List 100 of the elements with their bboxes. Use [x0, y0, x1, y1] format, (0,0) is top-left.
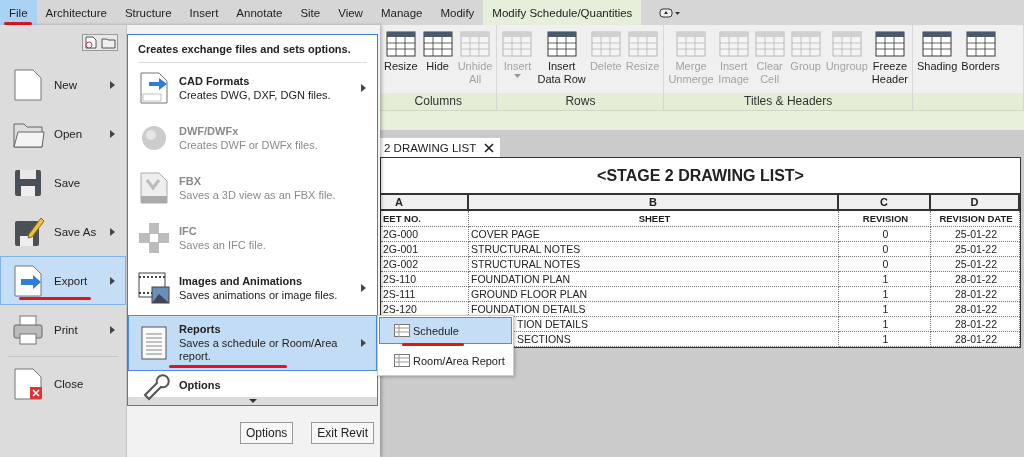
table-icon: [545, 29, 578, 59]
caret-icon: [248, 399, 257, 403]
table-cell: 2S-111: [383, 288, 416, 300]
film-image-icon: [137, 270, 171, 306]
option-description: Saves a 3D view as an FBX file.: [179, 188, 337, 202]
column-letter: C: [839, 195, 931, 211]
table-icon: [830, 29, 863, 59]
submenu-arrow-icon: [110, 80, 115, 89]
table-icon: [394, 354, 410, 367]
table-cell: 2S-110: [383, 273, 417, 285]
submenu-item[interactable]: Room/Area Report: [379, 347, 512, 374]
column-header: SHEET: [469, 211, 839, 227]
caret-icon: [514, 74, 521, 78]
table-cell: GROUND FLOOR PLAN: [471, 288, 588, 300]
option-title: Options: [179, 379, 222, 391]
submenu-arrow-icon: [110, 227, 115, 236]
column-header: REVISION DATE: [931, 211, 1020, 227]
ribbon-tab[interactable]: Annotate: [227, 0, 292, 25]
group-label: Rows: [497, 93, 664, 110]
export-option[interactable]: Options: [128, 373, 377, 397]
ribbon-button[interactable]: Insert Data Row: [535, 29, 588, 93]
option-description: Creates DWF or DWFx files.: [179, 138, 319, 152]
document-close-icon: [11, 365, 45, 402]
ribbon-tab[interactable]: Modify: [431, 0, 484, 25]
ribbon-tab[interactable]: Site: [291, 0, 330, 25]
file-menu-item[interactable]: Save: [0, 158, 126, 207]
cross-shape-icon: [137, 220, 171, 256]
table-cell: 28-01-22: [955, 303, 997, 315]
menu-button[interactable]: Options: [239, 422, 294, 444]
option-title: CAD Formats: [179, 74, 251, 87]
table-cell: 28-01-22: [955, 333, 997, 345]
column-header: REVISION: [839, 211, 931, 227]
ribbon-tab[interactable]: Insert: [180, 0, 228, 25]
submenu-item[interactable]: Schedule: [379, 317, 512, 344]
table-icon: [421, 29, 454, 59]
table-icon: [501, 29, 534, 59]
table-icon: [789, 29, 822, 59]
column-letter: D: [931, 195, 1020, 211]
ribbon-tab[interactable]: Architecture: [36, 0, 116, 25]
option-title: Reports: [179, 323, 222, 335]
table-icon: [626, 29, 659, 59]
close-icon[interactable]: [484, 142, 495, 153]
file-menu-item[interactable]: Open: [0, 109, 126, 158]
export-option[interactable]: Reports Saves a schedule or Room/Area report.: [128, 315, 377, 371]
table-cell: 0: [882, 228, 889, 240]
submenu-arrow-icon: [361, 84, 366, 92]
ribbon-button[interactable]: Shading: [914, 29, 960, 93]
menu-button[interactable]: Exit Revit: [311, 422, 374, 444]
ribbon-button[interactable]: Hide: [419, 29, 456, 93]
column-letter: B: [469, 195, 839, 211]
recent-documents-icon[interactable]: [82, 34, 118, 51]
file-menu-item[interactable]: Close: [0, 359, 126, 408]
ribbon-tab[interactable]: Modify Schedule/Quantities: [483, 0, 642, 25]
cad-file-icon: [137, 70, 171, 106]
table-cell: FOUNDATION PLAN: [471, 273, 570, 285]
table-icon: [717, 29, 750, 59]
table-cell: 2G-001: [383, 243, 419, 255]
file-menu-item[interactable]: New: [0, 60, 126, 109]
document-tab[interactable]: 2 DRAWING LIST: [380, 138, 501, 157]
table-cell: 2G-000: [383, 228, 419, 240]
table-cell: SECTIONS: [517, 333, 571, 345]
export-option[interactable]: Images and Animations Saves animations or image files.: [128, 263, 377, 313]
panel-toggle-icon[interactable]: [659, 7, 682, 18]
table-cell: TION DETAILS: [517, 318, 588, 330]
ribbon-tab[interactable]: View: [329, 0, 372, 25]
table-cell: 0: [882, 243, 889, 255]
table-icon: [589, 29, 622, 59]
ribbon-tab[interactable]: Structure: [115, 0, 181, 25]
file-icon: [137, 170, 171, 206]
table-cell: COVER PAGE: [471, 228, 540, 240]
file-menu-item[interactable]: Save As: [0, 207, 126, 256]
file-tab[interactable]: File: [0, 0, 37, 25]
table-cell: 0: [882, 258, 889, 270]
ribbon-button[interactable]: Borders: [959, 29, 1002, 93]
ribbon-button[interactable]: Resize: [382, 29, 420, 93]
ribbon-button[interactable]: Freeze Header: [869, 29, 910, 93]
submenu-arrow-icon: [110, 129, 115, 138]
table-icon: [964, 29, 997, 59]
table-cell: 1: [882, 288, 889, 300]
column-header: EET NO.: [381, 211, 469, 227]
table-icon: [873, 29, 906, 59]
table-icon: [459, 29, 492, 59]
submenu-arrow-icon: [361, 339, 366, 347]
submenu-arrow-icon: [110, 325, 115, 334]
table-cell: STRUCTURAL NOTES: [471, 243, 581, 255]
option-title: Images and Animations: [179, 274, 304, 287]
table-cell: 1: [882, 318, 889, 330]
table-icon: [921, 29, 954, 59]
export-option[interactable]: CAD Formats Creates DWG, DXF, DGN files.: [128, 63, 377, 113]
option-description: Creates DWG, DXF, DGN files.: [179, 88, 332, 102]
document-arrow-icon: [11, 262, 45, 299]
option-description: Saves a schedule or Room/Area report.: [179, 337, 339, 363]
file-menu-item[interactable]: Print: [0, 305, 126, 354]
table-icon: [384, 29, 417, 59]
table-cell: 28-01-22: [955, 318, 997, 330]
table-cell: 28-01-22: [955, 273, 997, 285]
panel-heading: Creates exchange files and sets options.: [138, 35, 367, 63]
ribbon-tab[interactable]: Manage: [371, 0, 432, 25]
file-menu-item[interactable]: Export: [0, 256, 126, 305]
table-cell: 25-01-22: [955, 243, 997, 255]
